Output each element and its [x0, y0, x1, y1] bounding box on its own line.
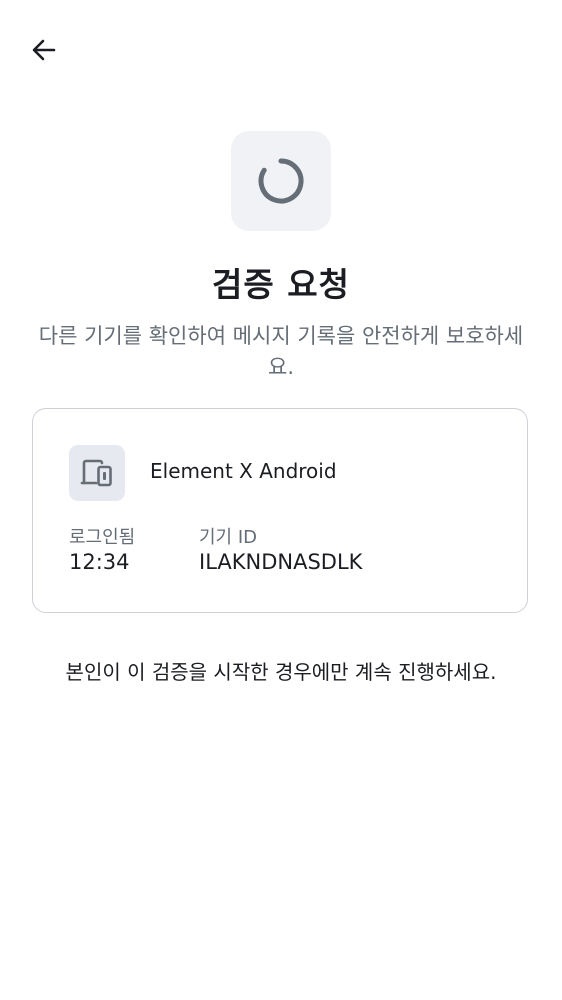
verification-request-screen: 검증 요청 다른 기기를 확인하여 메시지 기록을 안전하게 보호하세요. El…: [0, 0, 562, 1000]
page-title: 검증 요청: [212, 265, 350, 304]
arrow-left-icon: [32, 39, 56, 61]
device-card: Element X Android 로그인됨 12:34 기기 ID ILAKN…: [32, 408, 528, 613]
device-name: Element X Android: [150, 459, 337, 483]
device-icon-tile: [69, 445, 125, 501]
devices-icon: [80, 459, 112, 487]
device-id-label: 기기 ID: [199, 527, 258, 548]
signed-in-value: 12:34: [69, 550, 130, 574]
continue-notice: 본인이 이 검증을 시작한 경우에만 계속 진행하세요.: [65, 660, 497, 684]
hero-icon-tile: [231, 131, 331, 231]
device-id-value: ILAKNDNASDLK: [199, 550, 363, 574]
page-subtitle: 다른 기기를 확인하여 메시지 기록을 안전하게 보호하세요.: [38, 324, 524, 379]
back-button[interactable]: [22, 28, 66, 72]
signed-in-label: 로그인됨: [69, 527, 136, 548]
spinner-icon: [258, 158, 304, 204]
